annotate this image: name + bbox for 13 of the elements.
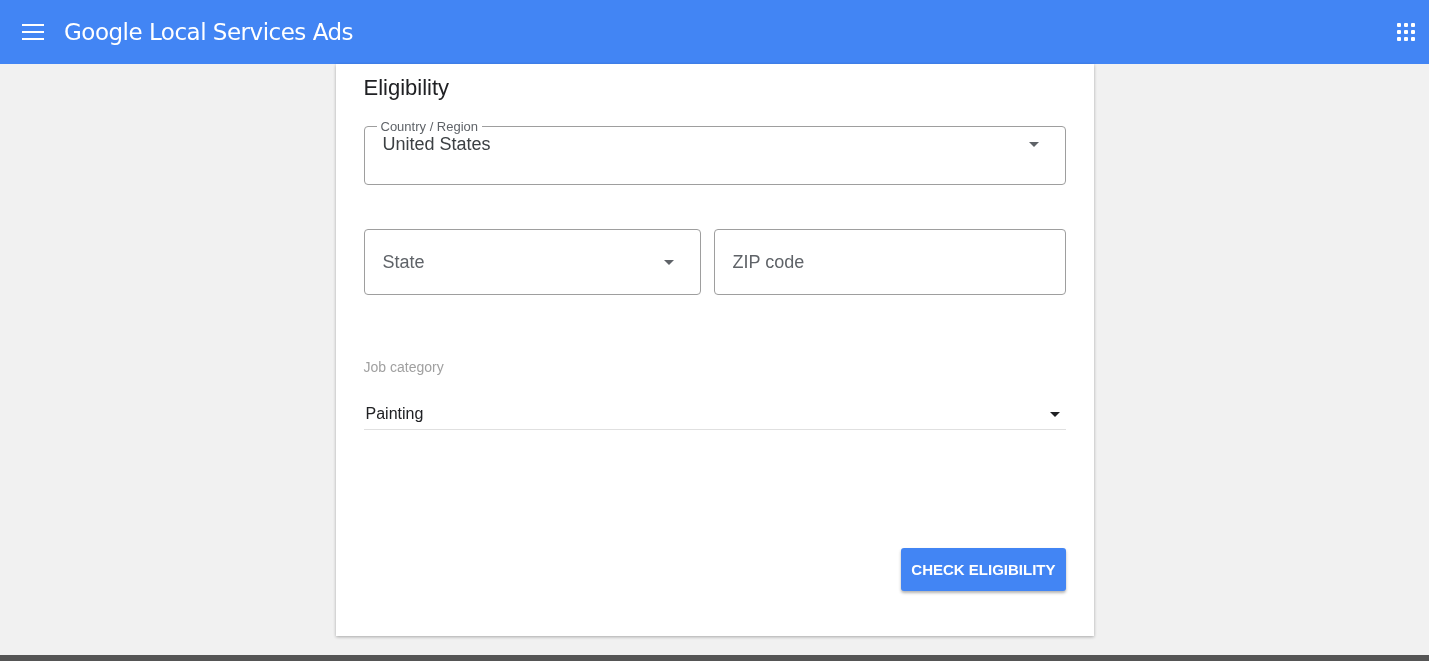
job-category-select[interactable]: Painting xyxy=(363,405,1066,430)
country-select[interactable]: Country / Region United States xyxy=(363,119,1066,185)
menu-icon[interactable] xyxy=(22,24,44,40)
apps-grid-icon[interactable] xyxy=(1397,23,1415,41)
caret-icon xyxy=(1028,142,1039,147)
field-label: Job category xyxy=(363,359,444,375)
card-heading: Eligibility xyxy=(363,74,451,102)
check-eligibility-button[interactable]: CHECK ELIGIBILITY xyxy=(901,548,1066,591)
zip-code-field[interactable]: ZIP code xyxy=(713,229,1066,295)
caret-icon xyxy=(1049,411,1060,417)
app-title: Google Local Services Ads xyxy=(64,19,355,45)
caret-icon xyxy=(663,259,674,265)
state-select[interactable]: State xyxy=(363,229,701,295)
